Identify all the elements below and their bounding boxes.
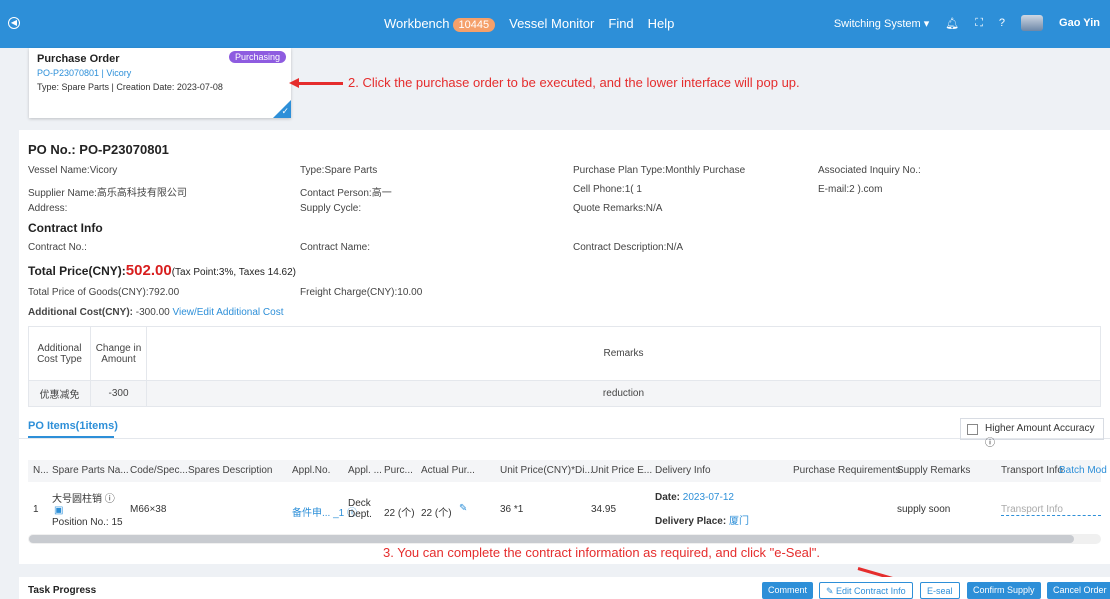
tab-po-items[interactable]: PO Items(1items) [28, 420, 118, 432]
annotation-step3: 3. You can complete the contract informa… [383, 545, 821, 560]
e-seal-button[interactable]: E-seal [920, 582, 960, 599]
main-nav: Workbench 10445 Vessel Monitor Find Help [384, 16, 675, 32]
task-progress-label: Task Progress [28, 585, 97, 596]
avatar[interactable] [1021, 15, 1044, 31]
supplier-name: Supplier Name:高乐高科技有限公司 [28, 188, 187, 199]
supply-cycle: Supply Cycle: [300, 203, 362, 214]
topbar-right: Switching System ▾ 🔔︎ ⛶ ? Gao Yin [834, 15, 1100, 31]
nav-help[interactable]: Help [648, 16, 675, 31]
annotation-arrow [289, 78, 343, 88]
card-meta: Type: Spare Parts | Creation Date: 2023-… [37, 82, 223, 92]
comment-button[interactable]: Comment [762, 582, 814, 599]
image-icon[interactable]: ▣ [54, 505, 63, 516]
accuracy-checkbox[interactable] [967, 424, 978, 435]
contact-person: Contact Person:高一 [300, 188, 392, 199]
position-no: Position No.: 15 [52, 517, 123, 528]
top-bar: ◀ Workbench 10445 Vessel Monitor Find Hel… [0, 0, 1110, 48]
col-remarks: Remarks [146, 326, 1101, 381]
edit-contract-info-button[interactable]: ✎ Edit Contract Info [819, 582, 913, 599]
po-detail-panel: PO No.: PO-P23070801 Vessel Name:Vicory … [19, 130, 1110, 564]
contract-no: Contract No.: [28, 242, 87, 253]
purchase-order-card[interactable]: Purchase Order Purchasing PO-P23070801 |… [29, 48, 291, 118]
bell-icon[interactable]: 🔔︎ [945, 17, 959, 30]
contract-info-title: Contract Info [28, 221, 103, 235]
edit-additional-cost-link[interactable]: View/Edit Additional Cost [172, 307, 283, 318]
system-switch-dropdown[interactable]: Switching System ▾ [834, 17, 929, 30]
email: E-mail:2 ).com [818, 184, 883, 195]
nav-vessel-monitor[interactable]: Vessel Monitor [509, 16, 594, 31]
bottom-action-bar: Task Progress Comment ✎ Edit Contract In… [19, 577, 1110, 599]
card-title: Purchase Order [37, 53, 120, 65]
contract-name: Contract Name: [300, 242, 371, 253]
quote-remarks: Quote Remarks:N/A [573, 203, 663, 214]
cancel-order-button[interactable]: Cancel Order [1047, 582, 1110, 599]
cell-phone: Cell Phone:1( 1 [573, 184, 642, 195]
goods-price: Total Price of Goods(CNY):792.00 [28, 287, 180, 298]
table-row: 优惠减免 -300 reduction [28, 380, 1101, 407]
inquiry-no: Associated Inquiry No.: [818, 165, 921, 176]
items-table-header: N... Spare Parts Na... Code/Spec... Spar… [28, 460, 1107, 482]
user-name[interactable]: Gao Yin [1059, 17, 1100, 29]
workbench-badge: 10445 [452, 18, 496, 32]
total-price: Total Price(CNY):502.00(Tax Point:3%, Ta… [28, 262, 297, 279]
nav-workbench[interactable]: Workbench 10445 [384, 16, 496, 32]
po-type: Type:Spare Parts [300, 165, 378, 176]
confirm-supply-button[interactable]: Confirm Supply [967, 582, 1041, 599]
check-icon: ✓ [281, 106, 289, 116]
plan-type: Purchase Plan Type:Monthly Purchase [573, 165, 746, 176]
horizontal-scrollbar[interactable] [29, 535, 1074, 543]
col-change-amount: Change in Amount [90, 326, 147, 381]
po-number: PO No.: PO-P23070801 [28, 142, 169, 157]
additional-cost-table: Additional Cost Type Change in Amount Re… [28, 326, 1101, 407]
annotation-step2: 2. Click the purchase order to be execut… [348, 75, 800, 90]
edit-icon: ✎ [826, 586, 837, 596]
vessel-name: Vessel Name:Vicory [28, 165, 118, 176]
transport-info-input[interactable]: Transport Info [1001, 504, 1101, 516]
address: Address: [28, 203, 68, 214]
higher-accuracy-toggle[interactable]: Higher Amount Accuracy ⓘ [960, 418, 1104, 449]
spare-part-name: 大号圆柱销 ⓘ [52, 494, 115, 505]
tax-info: (Tax Point:3%, Taxes 14.62) [171, 267, 297, 278]
card-po-link[interactable]: PO-P23070801 | Vicory [37, 68, 131, 78]
total-price-value: 502.00 [125, 262, 172, 279]
divider [19, 438, 1110, 439]
batch-mod-link[interactable]: Batch Mod [1059, 465, 1107, 476]
delivery-date[interactable]: 2023-07-12 [683, 492, 734, 503]
back-icon[interactable]: ◀ [8, 17, 20, 29]
additional-cost: Additional Cost(CNY): -300.00 View/Edit … [28, 307, 284, 318]
table-row: 1 大号圆柱销 ⓘ ▣ Position No.: 15 M66×38 备件申.… [28, 486, 1101, 532]
nav-find[interactable]: Find [608, 16, 633, 31]
col-cost-type: Additional Cost Type [28, 326, 91, 381]
edit-icon[interactable]: ✎ [459, 503, 467, 514]
fullscreen-icon[interactable]: ⛶ [975, 17, 983, 30]
contract-description: Contract Description:N/A [573, 242, 684, 253]
help-icon[interactable]: ? [999, 17, 1005, 29]
delivery-place[interactable]: 厦门 [729, 516, 749, 527]
freight-charge: Freight Charge(CNY):10.00 [300, 287, 423, 298]
status-badge: Purchasing [228, 51, 286, 63]
